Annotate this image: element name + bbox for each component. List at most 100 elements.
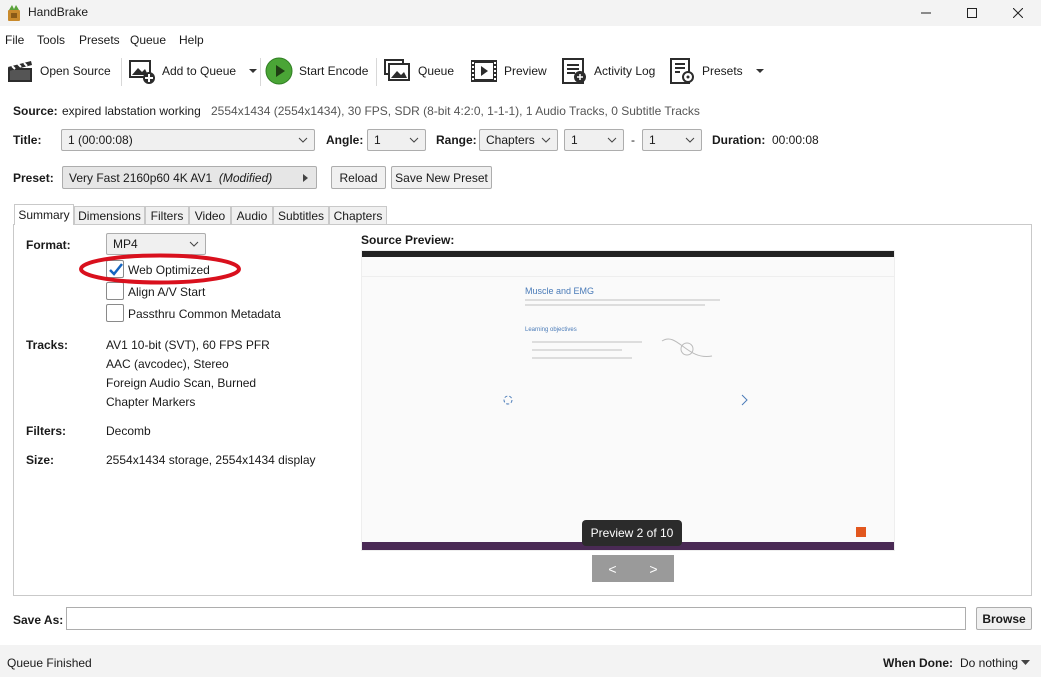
title-select-value: 1 (00:00:08) bbox=[68, 133, 133, 147]
chevron-down-icon bbox=[685, 137, 695, 143]
save-new-preset-button[interactable]: Save New Preset bbox=[391, 166, 492, 189]
browse-button[interactable]: Browse bbox=[976, 607, 1032, 630]
save-as-label: Save As: bbox=[13, 613, 64, 627]
queue-button[interactable]: Queue bbox=[384, 56, 454, 86]
tab-audio[interactable]: Audio bbox=[231, 206, 273, 224]
queue-label: Queue bbox=[418, 64, 455, 78]
when-done-select[interactable]: Do nothing bbox=[960, 656, 1031, 670]
preview-text-line bbox=[532, 341, 642, 343]
chevron-down-icon[interactable] bbox=[248, 67, 258, 75]
tracks-label: Tracks: bbox=[26, 338, 69, 352]
chevron-down-icon bbox=[298, 137, 308, 143]
angle-select-value: 1 bbox=[374, 133, 381, 147]
handbrake-logo-icon bbox=[8, 5, 20, 21]
chevron-right-icon bbox=[303, 173, 308, 182]
chevron-down-icon bbox=[189, 241, 199, 247]
preview-illustration bbox=[661, 338, 713, 357]
chevron-down-icon bbox=[541, 137, 551, 143]
preset-name: Very Fast 2160p60 4K AV1 bbox=[69, 170, 213, 185]
reload-button[interactable]: Reload bbox=[331, 166, 386, 189]
range-start-select[interactable]: 1 bbox=[564, 129, 624, 151]
play-icon bbox=[265, 57, 293, 85]
toolbar-separator bbox=[376, 58, 377, 86]
range-start-value: 1 bbox=[571, 133, 578, 147]
clapperboard-icon bbox=[8, 61, 32, 82]
range-end-value: 1 bbox=[649, 133, 656, 147]
queue-icon bbox=[384, 59, 410, 81]
track-item: AV1 10-bit (SVT), 60 FPS PFR bbox=[106, 338, 270, 352]
passthru-metadata-checkbox[interactable] bbox=[106, 304, 124, 322]
activity-log-button[interactable]: Activity Log bbox=[560, 56, 655, 86]
preview-heading: Muscle and EMG bbox=[525, 286, 595, 296]
menu-presets[interactable]: Presets bbox=[79, 33, 120, 47]
tab-filters[interactable]: Filters bbox=[145, 206, 189, 224]
preset-label: Preset: bbox=[13, 171, 54, 185]
angle-label: Angle: bbox=[326, 133, 364, 147]
source-info: 2554x1434 (2554x1434), 30 FPS, SDR (8-bi… bbox=[211, 104, 700, 118]
save-as-input[interactable] bbox=[66, 607, 966, 630]
toolbar-separator bbox=[260, 58, 261, 86]
add-to-queue-label: Add to Queue bbox=[162, 64, 237, 78]
preset-selector[interactable]: Very Fast 2160p60 4K AV1 (Modified) bbox=[62, 166, 317, 189]
activity-log-label: Activity Log bbox=[594, 64, 656, 78]
passthru-metadata-label[interactable]: Passthru Common Metadata bbox=[128, 307, 281, 321]
activity-log-icon bbox=[562, 58, 586, 84]
format-select[interactable]: MP4 bbox=[106, 233, 206, 255]
size-value: 2554x1434 storage, 2554x1434 display bbox=[106, 453, 316, 467]
start-encode-label: Start Encode bbox=[299, 64, 369, 78]
filters-value: Decomb bbox=[106, 424, 151, 438]
preview-text-line bbox=[525, 299, 720, 301]
menu-help[interactable]: Help bbox=[179, 33, 204, 47]
presets-button[interactable]: Presets bbox=[668, 56, 765, 86]
range-type-value: Chapters bbox=[486, 133, 535, 147]
chevron-down-icon[interactable] bbox=[755, 67, 765, 75]
add-to-queue-button[interactable]: Add to Queue bbox=[128, 56, 258, 86]
add-to-queue-icon bbox=[129, 60, 155, 84]
source-name: expired labstation working bbox=[62, 104, 201, 118]
title-label: Title: bbox=[13, 133, 42, 147]
source-label: Source: bbox=[13, 104, 58, 118]
open-source-label: Open Source bbox=[40, 64, 111, 78]
tab-video[interactable]: Video bbox=[189, 206, 231, 224]
preview-top-strip bbox=[362, 251, 894, 257]
angle-select[interactable]: 1 bbox=[367, 129, 426, 151]
preview-logo-mark bbox=[856, 527, 866, 537]
when-done-label: When Done: bbox=[883, 656, 953, 670]
start-encode-button[interactable]: Start Encode bbox=[265, 56, 368, 86]
menu-file[interactable]: File bbox=[5, 33, 24, 47]
track-item: AAC (avcodec), Stereo bbox=[106, 357, 229, 371]
tab-subtitles[interactable]: Subtitles bbox=[273, 206, 329, 224]
film-preview-icon bbox=[471, 60, 497, 82]
open-source-button[interactable]: Open Source bbox=[6, 56, 111, 86]
status-text: Queue Finished bbox=[7, 656, 92, 670]
loading-icon bbox=[503, 395, 513, 405]
range-end-select[interactable]: 1 bbox=[642, 129, 702, 151]
presets-label: Presets bbox=[702, 64, 743, 78]
tab-dimensions[interactable]: Dimensions bbox=[74, 206, 145, 224]
menu-tools[interactable]: Tools bbox=[37, 33, 65, 47]
red-highlight-ellipse bbox=[79, 253, 241, 285]
align-av-label[interactable]: Align A/V Start bbox=[128, 285, 205, 299]
close-icon bbox=[1013, 8, 1023, 18]
when-done-value: Do nothing bbox=[960, 656, 1019, 670]
format-label: Format: bbox=[26, 238, 71, 252]
minimize-button[interactable] bbox=[903, 0, 949, 26]
preview-button[interactable]: Preview bbox=[470, 56, 547, 86]
title-select[interactable]: 1 (00:00:08) bbox=[61, 129, 315, 151]
preview-next-button[interactable]: > bbox=[633, 555, 674, 582]
menu-queue[interactable]: Queue bbox=[130, 33, 166, 47]
minimize-icon bbox=[921, 12, 931, 14]
source-preview-image: Muscle and EMG Learning objectives bbox=[361, 250, 895, 551]
preview-subheading: Learning objectives bbox=[525, 327, 577, 333]
chevron-down-icon bbox=[409, 137, 419, 143]
tab-chapters[interactable]: Chapters bbox=[329, 206, 387, 224]
range-type-select[interactable]: Chapters bbox=[479, 129, 558, 151]
size-label: Size: bbox=[26, 453, 55, 467]
maximize-button[interactable] bbox=[949, 0, 995, 26]
close-button[interactable] bbox=[995, 0, 1041, 26]
chevron-right-icon bbox=[741, 394, 748, 406]
toolbar-separator bbox=[121, 58, 122, 86]
chevron-down-icon bbox=[1021, 660, 1031, 665]
tab-summary[interactable]: Summary bbox=[14, 204, 74, 225]
preview-prev-button[interactable]: < bbox=[592, 555, 633, 582]
